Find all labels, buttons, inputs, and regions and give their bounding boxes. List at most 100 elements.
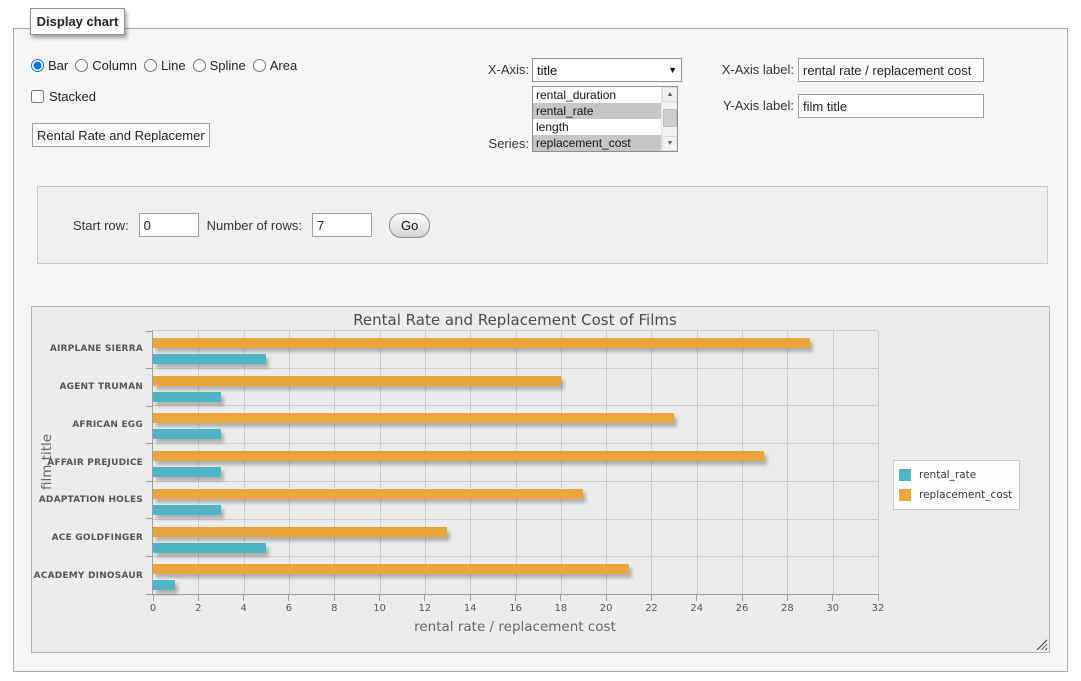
chart-type-option-area: Area bbox=[253, 58, 297, 73]
x-tick-mark bbox=[334, 594, 335, 601]
x-tick-mark bbox=[878, 594, 879, 601]
x-tick-label: 30 bbox=[818, 603, 848, 614]
series-scrollbar[interactable]: ▲ ▼ bbox=[661, 87, 677, 151]
x-tick-mark bbox=[560, 594, 561, 601]
bar-replacement_cost bbox=[153, 338, 810, 348]
bar-group bbox=[153, 406, 878, 443]
bar-replacement_cost bbox=[153, 527, 447, 537]
y-tick-mark bbox=[146, 481, 153, 482]
chart-type-label: Bar bbox=[48, 58, 68, 73]
legend-label: rental_rate bbox=[919, 469, 976, 481]
x-tick-label: 28 bbox=[772, 603, 802, 614]
series-option-rental_duration[interactable]: rental_duration bbox=[533, 87, 661, 103]
category-label: ADAPTATION HOLES bbox=[39, 495, 143, 505]
x-tick-mark bbox=[742, 594, 743, 601]
y-tick-mark bbox=[146, 368, 153, 369]
chart-rows: AIRPLANE SIERRAAGENT TRUMANAFRICAN EGGAF… bbox=[153, 331, 878, 594]
chart-title: Rental Rate and Replacement Cost of Film… bbox=[152, 311, 878, 329]
series-option-rental_rate[interactable]: rental_rate bbox=[533, 103, 661, 119]
resize-handle-icon[interactable] bbox=[1036, 639, 1047, 650]
chart-type-label: Line bbox=[161, 58, 186, 73]
bar-rental_rate bbox=[153, 429, 221, 439]
bar-replacement_cost bbox=[153, 413, 674, 423]
y-axis-title: film title bbox=[39, 434, 55, 490]
legend-label: replacement_cost bbox=[919, 489, 1012, 501]
category-label: ACE GOLDFINGER bbox=[52, 533, 143, 543]
chart-category-row: AIRPLANE SIERRA bbox=[153, 331, 878, 369]
x-axis-select[interactable]: title ▼ bbox=[532, 58, 682, 82]
x-axis-title: rental rate / replacement cost bbox=[152, 619, 878, 635]
chart-type-radio-line[interactable] bbox=[144, 59, 157, 72]
bar-group bbox=[153, 520, 878, 557]
fieldset-legend: Display chart bbox=[30, 8, 125, 35]
chart-type-radio-group: BarColumnLineSplineArea bbox=[31, 58, 304, 73]
bar-rental_rate bbox=[153, 543, 266, 553]
x-tick-label: 4 bbox=[229, 603, 259, 614]
bar-rental_rate bbox=[153, 392, 221, 402]
chart-type-option-spline: Spline bbox=[193, 58, 246, 73]
series-options: rental_durationrental_ratelengthreplacem… bbox=[533, 87, 661, 151]
category-label: AFRICAN EGG bbox=[72, 420, 143, 430]
chart-type-option-line: Line bbox=[144, 58, 186, 73]
bar-group bbox=[153, 331, 878, 368]
x-tick-label: 18 bbox=[546, 603, 576, 614]
series-label: Series: bbox=[429, 136, 529, 151]
chart-panel: Rental Rate and Replacement Cost of Film… bbox=[31, 306, 1050, 653]
x-tick-mark bbox=[379, 594, 380, 601]
chart-category-row: ACE GOLDFINGER bbox=[153, 520, 878, 558]
x-tick-mark bbox=[832, 594, 833, 601]
chart-type-label: Spline bbox=[210, 58, 246, 73]
x-tick-label: 22 bbox=[636, 603, 666, 614]
x-tick-mark bbox=[243, 594, 244, 601]
chart-type-radio-area[interactable] bbox=[253, 59, 266, 72]
x-axis-label-input[interactable] bbox=[798, 58, 984, 82]
start-row-input[interactable] bbox=[139, 213, 199, 237]
y-tick-mark bbox=[146, 518, 153, 519]
chart-category-row: AFRICAN EGG bbox=[153, 406, 878, 444]
chart-title-input[interactable] bbox=[32, 123, 210, 147]
gridline bbox=[878, 331, 879, 594]
x-tick-mark bbox=[288, 594, 289, 601]
stacked-checkbox[interactable] bbox=[31, 90, 44, 103]
chart-category-row: ACADEMY DINOSAUR bbox=[153, 557, 878, 594]
number-of-rows-input[interactable] bbox=[312, 213, 372, 237]
bar-rental_rate bbox=[153, 354, 266, 364]
series-option-replacement_cost[interactable]: replacement_cost bbox=[533, 135, 661, 151]
scroll-down-icon[interactable]: ▼ bbox=[662, 136, 678, 151]
y-axis-label-input[interactable] bbox=[798, 94, 984, 118]
x-tick-label: 32 bbox=[863, 603, 893, 614]
x-tick-label: 0 bbox=[138, 603, 168, 614]
chart-type-radio-bar[interactable] bbox=[31, 59, 44, 72]
series-multiselect[interactable]: rental_durationrental_ratelengthreplacem… bbox=[532, 86, 678, 152]
bar-replacement_cost bbox=[153, 376, 561, 386]
chart-type-radio-column[interactable] bbox=[75, 59, 88, 72]
category-label: AGENT TRUMAN bbox=[59, 382, 143, 392]
bar-group bbox=[153, 444, 878, 481]
x-tick-label: 16 bbox=[501, 603, 531, 614]
x-tick-mark bbox=[787, 594, 788, 601]
x-tick-label: 12 bbox=[410, 603, 440, 614]
x-tick-mark bbox=[198, 594, 199, 601]
stacked-row: Stacked bbox=[31, 89, 96, 104]
display-chart-fieldset: Display chart BarColumnLineSplineArea St… bbox=[13, 28, 1068, 672]
bar-rental_rate bbox=[153, 580, 175, 590]
chart-category-row: AFFAIR PREJUDICE bbox=[153, 444, 878, 482]
go-button[interactable]: Go bbox=[389, 213, 430, 238]
x-axis-select-value: title bbox=[537, 63, 557, 78]
chart-type-radio-spline[interactable] bbox=[193, 59, 206, 72]
start-row-label: Start row: bbox=[73, 218, 129, 233]
series-option-length[interactable]: length bbox=[533, 119, 661, 135]
bar-replacement_cost bbox=[153, 564, 629, 574]
y-tick-mark bbox=[146, 443, 153, 444]
category-label: AFFAIR PREJUDICE bbox=[47, 458, 143, 468]
x-tick-label: 6 bbox=[274, 603, 304, 614]
x-tick-label: 2 bbox=[183, 603, 213, 614]
x-tick-label: 14 bbox=[455, 603, 485, 614]
y-axis-label-label: Y-Axis label: bbox=[674, 98, 794, 113]
bar-rental_rate bbox=[153, 467, 221, 477]
stacked-label: Stacked bbox=[49, 89, 96, 104]
row-range-panel: Start row: Number of rows: Go bbox=[37, 186, 1048, 264]
number-of-rows-label: Number of rows: bbox=[207, 218, 302, 233]
bar-group bbox=[153, 482, 878, 519]
y-tick-mark bbox=[146, 594, 153, 595]
